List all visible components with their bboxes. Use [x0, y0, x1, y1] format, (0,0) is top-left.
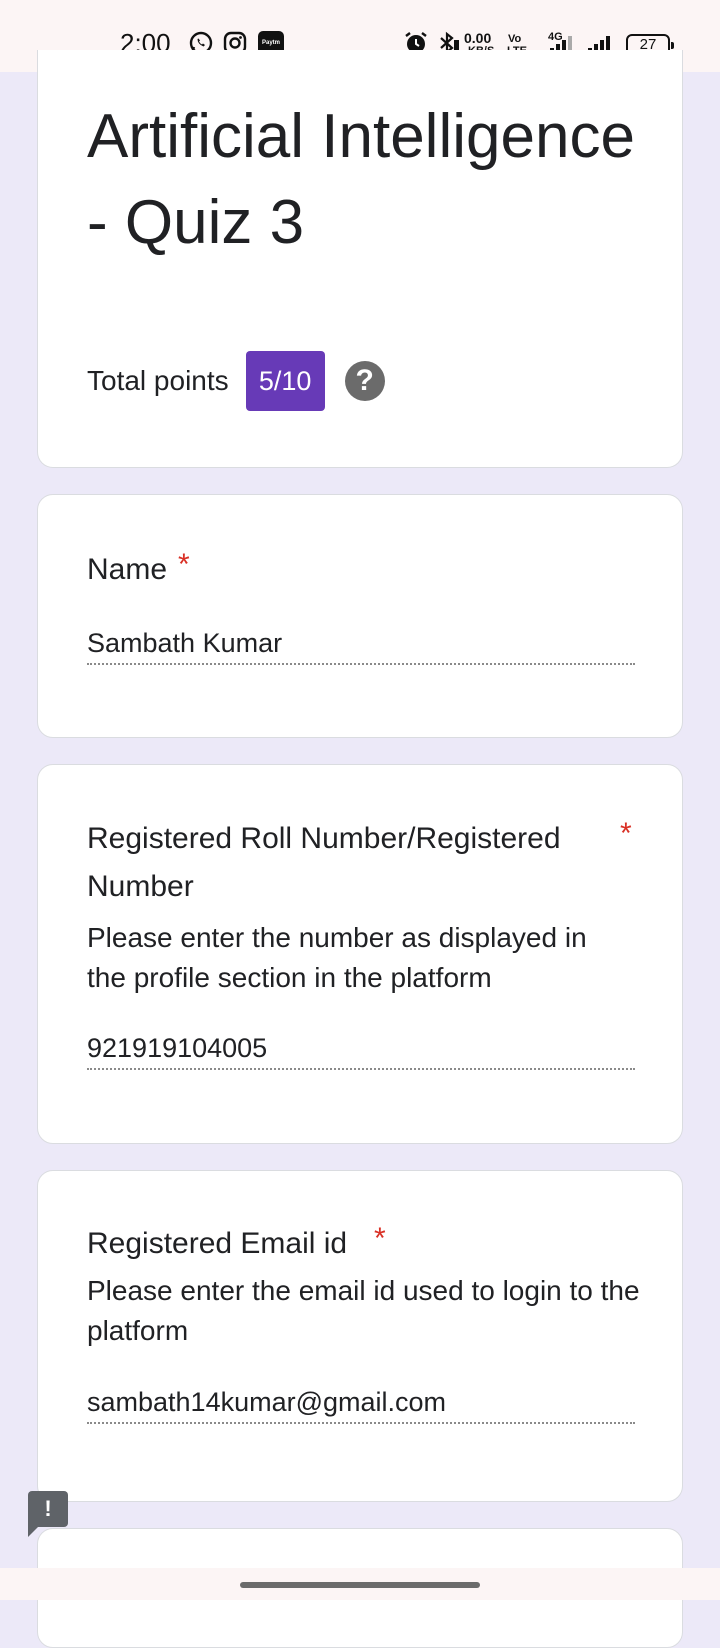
help-icon[interactable]: ? — [344, 361, 385, 401]
answer-field-name[interactable]: Sambath Kumar — [87, 625, 635, 665]
score-badge: 5/10 — [245, 351, 325, 411]
total-points-row: Total points 5/10 ? — [87, 351, 385, 411]
answer-field-roll-number[interactable]: 921919104005 — [87, 1030, 635, 1070]
answer-field-email[interactable]: sambath14kumar@gmail.com — [87, 1384, 635, 1424]
report-feedback-button[interactable]: ! — [28, 1491, 68, 1537]
form-header-card: Artificial Intelligence - Quiz 3 Total p… — [37, 50, 683, 468]
required-marker: * — [374, 1222, 386, 1255]
form-title: Artificial Intelligence - Quiz 3 — [87, 102, 635, 257]
home-gesture-handle[interactable] — [240, 1582, 480, 1588]
question-description: Please enter the number as displayed in … — [87, 922, 587, 993]
total-points-label: Total points — [87, 365, 229, 396]
question-label: Name — [87, 553, 168, 586]
question-description: Please enter the email id used to login … — [87, 1275, 640, 1346]
required-marker: * — [178, 548, 190, 581]
question-card-roll-number: Registered Roll Number/Registered Number… — [37, 764, 683, 1144]
navigation-bar — [0, 1568, 720, 1600]
question-label: Registered Email id — [87, 1227, 348, 1260]
question-card-name: Name * Sambath Kumar — [37, 494, 683, 738]
paytm-icon-label: Paytm — [261, 40, 280, 46]
network-speed-value: 0.00 — [464, 30, 492, 46]
question-label: Registered Roll Number/Registered Number — [87, 822, 561, 903]
required-marker: * — [620, 817, 632, 850]
question-card-email: Registered Email id * Please enter the e… — [37, 1170, 683, 1502]
